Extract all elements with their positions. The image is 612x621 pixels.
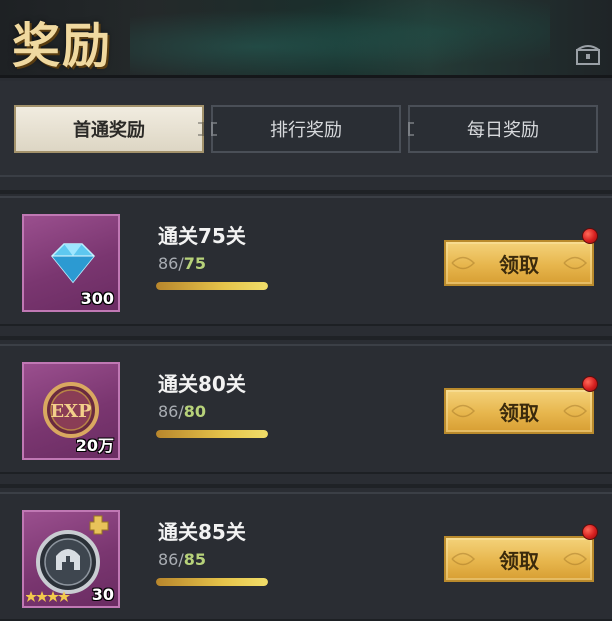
- notification-dot: [582, 376, 598, 392]
- item-quantity: 30: [91, 585, 114, 604]
- reward-item[interactable]: EXP 20万: [22, 362, 120, 460]
- item-quantity: 300: [80, 289, 114, 308]
- claim-button-label: 领取: [499, 548, 539, 573]
- reward-row: 300 通关75关 86/75 领取: [0, 196, 612, 326]
- progress-fill: [156, 430, 268, 438]
- reward-title: 通关85关: [158, 520, 246, 544]
- tab-notch-decoration: [408, 122, 414, 136]
- ornament-icon: [563, 552, 588, 566]
- notification-dot: [582, 524, 598, 540]
- header: 奖励: [0, 0, 612, 78]
- tab-label: 排行奖励: [270, 120, 342, 141]
- reward-item[interactable]: 30: [22, 510, 120, 608]
- progress-current: 86: [158, 550, 179, 569]
- item-quantity: 20万: [75, 436, 114, 455]
- reward-item[interactable]: 300: [22, 214, 120, 312]
- divider: [0, 190, 612, 194]
- tab-notch-decoration: [211, 122, 217, 136]
- ornament-icon: [563, 404, 588, 418]
- progress-bar: [156, 578, 268, 586]
- claim-button[interactable]: 领取: [444, 388, 594, 434]
- progress-fill: [156, 282, 268, 290]
- ornament-icon: [563, 256, 588, 270]
- progress-fill: [156, 578, 268, 586]
- tab-label: 首通奖励: [73, 120, 145, 141]
- reward-row: EXP 20万 通关80关 86/80 领取: [0, 344, 612, 474]
- claim-button-label: 领取: [499, 252, 539, 277]
- tab-bar: 首通奖励 排行奖励 每日奖励: [0, 81, 612, 177]
- ornament-icon: [451, 256, 476, 270]
- tab-first-clear-rewards[interactable]: 首通奖励: [14, 105, 204, 153]
- progress-bar: [156, 282, 268, 290]
- reward-row: 30 通关85关 86/85 领取: [0, 492, 612, 621]
- ornament-icon: [451, 552, 476, 566]
- reward-title: 通关75关: [158, 224, 246, 248]
- tab-label: 每日奖励: [467, 120, 539, 141]
- treasure-chest-icon[interactable]: [574, 40, 602, 68]
- progress-text: 86/80: [158, 402, 206, 421]
- svg-text:EXP: EXP: [50, 401, 92, 422]
- claim-button[interactable]: 领取: [444, 240, 594, 286]
- divider: [0, 336, 612, 340]
- tab-daily-rewards[interactable]: 每日奖励: [408, 105, 598, 153]
- progress-current: 86: [158, 402, 179, 421]
- progress-text: 86/75: [158, 254, 206, 273]
- header-background-art: [130, 0, 550, 75]
- progress-target: 85: [183, 550, 207, 569]
- reward-title: 通关80关: [158, 372, 246, 396]
- tab-notch-decoration: [198, 122, 204, 136]
- ornament-icon: [451, 404, 476, 418]
- claim-button-label: 领取: [499, 400, 539, 425]
- progress-bar: [156, 430, 268, 438]
- progress-target: 80: [183, 402, 207, 421]
- progress-text: 86/85: [158, 550, 206, 569]
- tab-ranking-rewards[interactable]: 排行奖励: [211, 105, 401, 153]
- progress-current: 86: [158, 254, 179, 273]
- progress-target: 75: [183, 254, 207, 273]
- star-rating: [26, 591, 70, 602]
- claim-button[interactable]: 领取: [444, 536, 594, 582]
- page-title: 奖励: [12, 18, 113, 74]
- divider: [0, 484, 612, 488]
- notification-dot: [582, 228, 598, 244]
